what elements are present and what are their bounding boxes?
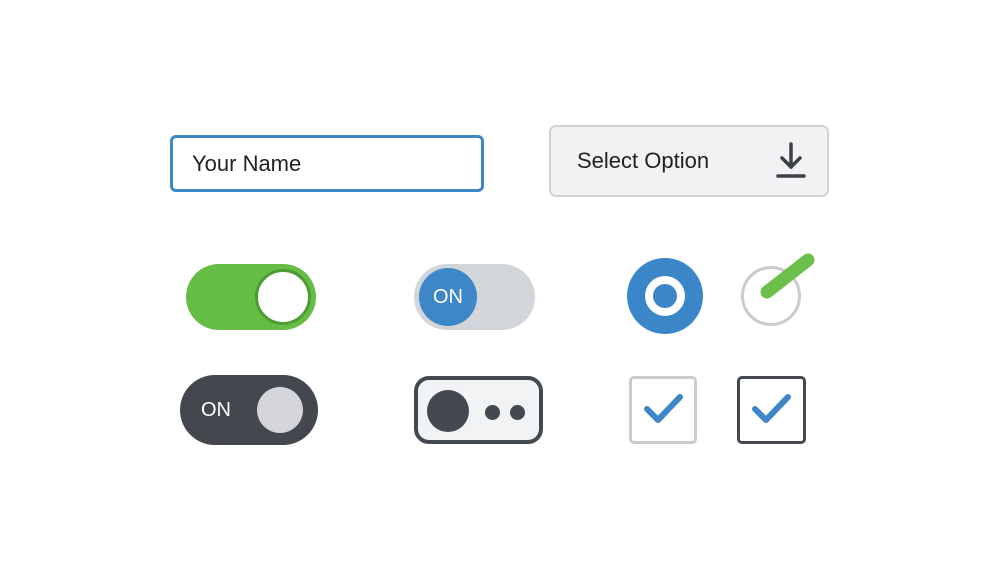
checkmark-icon [752, 394, 791, 423]
select-value: Select Option [577, 148, 710, 173]
radio-button[interactable] [627, 258, 703, 334]
checkmark-icon [644, 394, 683, 423]
radio-dot [653, 284, 677, 308]
checkbox-dark[interactable] [737, 376, 806, 444]
blue-toggle-switch[interactable]: ON [414, 264, 535, 330]
toggle-knob [255, 269, 311, 325]
checkmark-icon [760, 253, 815, 299]
toggle-knob: ON [419, 268, 477, 326]
ui-elements-canvas: Your Name Select Option ON ON [0, 0, 1000, 572]
dot-icon [510, 405, 525, 420]
toggle-knob [427, 390, 469, 432]
name-input-value: Your Name [192, 150, 302, 176]
toggle-knob [257, 387, 303, 433]
download-icon [775, 141, 807, 181]
toggle-on-label: ON [433, 285, 463, 308]
checkbox-light[interactable] [629, 376, 697, 444]
name-input[interactable]: Your Name [170, 135, 484, 192]
radio-ring [645, 276, 685, 316]
outline-toggle-switch[interactable] [414, 376, 543, 444]
option-select[interactable]: Select Option [549, 125, 829, 197]
dark-toggle-switch[interactable]: ON [180, 375, 318, 445]
dot-icon [485, 405, 500, 420]
check-circle-toggle[interactable] [741, 253, 815, 326]
toggle-on-label: ON [201, 398, 231, 421]
green-toggle-switch[interactable] [186, 264, 316, 330]
